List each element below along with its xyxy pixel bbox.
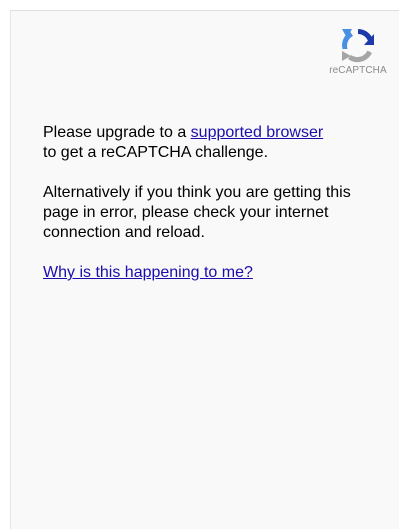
supported-browser-link[interactable]: supported browser xyxy=(191,124,324,141)
message-content: Please upgrade to a supported browser to … xyxy=(43,123,383,303)
why-message: Why is this happening to me? xyxy=(43,263,383,283)
recaptcha-frame: reCAPTCHA Please upgrade to a supported … xyxy=(10,10,399,529)
alternative-message: Alternatively if you think you are getti… xyxy=(43,184,351,241)
why-link[interactable]: Why is this happening to me? xyxy=(43,264,253,281)
upgrade-suffix-text: to get a reCAPTCHA challenge. xyxy=(43,144,269,161)
upgrade-prefix-text: Please upgrade to a xyxy=(43,124,191,141)
upgrade-message: Please upgrade to a supported browser to … xyxy=(43,123,383,163)
recaptcha-logo[interactable]: reCAPTCHA xyxy=(323,25,393,76)
recaptcha-logo-icon xyxy=(342,28,374,63)
recaptcha-logo-text: reCAPTCHA xyxy=(329,65,387,76)
